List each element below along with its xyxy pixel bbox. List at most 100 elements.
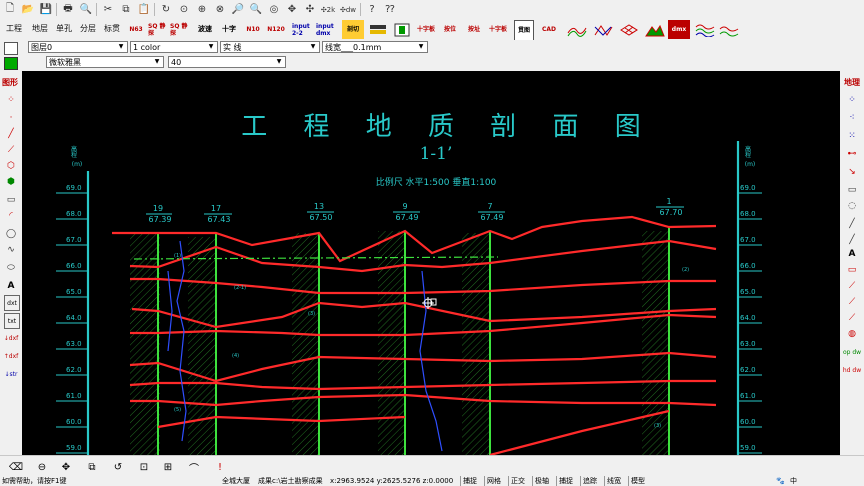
import-dxf-icon[interactable]: ↓dxf — [1, 331, 21, 345]
address-icon[interactable]: 按址 — [464, 20, 484, 39]
eraser-icon[interactable]: ⌫ — [8, 460, 24, 474]
menu-stratum[interactable]: 地层 — [32, 22, 48, 36]
print-icon[interactable]: 🖶 — [60, 2, 76, 17]
open-dw-icon[interactable]: op dw — [842, 345, 862, 359]
offset-icon[interactable]: ⊞ — [160, 460, 176, 474]
scale-icon[interactable]: ⊡ — [136, 460, 152, 474]
zoom-window-icon[interactable]: ⊙ — [176, 2, 192, 17]
spiral-icon[interactable]: ◌ — [842, 199, 862, 213]
zoom-prev-icon[interactable]: ◎ — [266, 2, 282, 17]
dxt-icon[interactable]: dxt — [4, 295, 20, 311]
ortho-button[interactable]: 正交 — [508, 476, 527, 486]
scatter-icon[interactable]: ⁖ — [842, 111, 862, 125]
position-icon[interactable]: 按位 — [440, 20, 460, 39]
polygon-icon[interactable]: ⬡ — [1, 159, 21, 173]
wave-icon[interactable] — [694, 20, 716, 39]
ime-indicator[interactable]: 中 — [790, 476, 797, 486]
copy2-icon[interactable]: ⧉ — [84, 460, 100, 474]
grid-button[interactable]: 网格 — [484, 476, 503, 486]
open-file-icon[interactable]: 📂 — [20, 2, 36, 17]
export-dxf-icon[interactable]: ↑dxf — [1, 349, 21, 363]
wave-speed-icon[interactable]: 波速 — [196, 20, 214, 39]
zoom-dw-icon[interactable]: ✣dw — [340, 2, 356, 17]
str-icon[interactable]: ↓str — [1, 367, 21, 381]
bend-icon[interactable]: ↘ — [842, 165, 862, 179]
cut-icon[interactable]: ✂ — [100, 2, 116, 17]
polyline-icon[interactable]: ⟋ — [1, 143, 21, 157]
cross-plate-icon[interactable]: 十字 — [220, 20, 238, 39]
save-icon[interactable]: 💾 — [38, 2, 54, 17]
cross-line-icon[interactable]: ⊷ — [842, 147, 862, 161]
line2-icon[interactable]: ╱ — [842, 217, 862, 231]
cluster-icon[interactable]: ⁙ — [842, 129, 862, 143]
zoom-extent-icon[interactable]: ⊗ — [212, 2, 228, 17]
menu-project[interactable]: 工程 — [6, 22, 22, 36]
context-help-icon[interactable]: ⁇ — [382, 2, 398, 17]
snap-button[interactable]: 捕捉 — [460, 476, 479, 486]
cross-plate2-icon[interactable]: 十字板 — [488, 20, 508, 39]
trim-icon[interactable]: ⌒ — [186, 460, 202, 475]
color-swatch[interactable] — [4, 57, 18, 70]
n63-icon[interactable]: N63 — [126, 20, 146, 39]
wave2-icon[interactable] — [718, 20, 740, 39]
txt-icon[interactable]: txt — [4, 313, 20, 329]
paste-icon[interactable]: 📋 — [136, 2, 152, 17]
layer-select[interactable]: 图层0 ▼ — [28, 41, 128, 53]
linetype-select[interactable]: 实 线 ▼ — [220, 41, 320, 53]
arc-icon[interactable]: ◜ — [1, 209, 21, 223]
legend-bar-icon[interactable] — [368, 20, 388, 39]
zoom-2k-icon[interactable]: ✣2k — [320, 2, 336, 17]
n120-icon[interactable]: N120 — [266, 20, 286, 39]
menu-single-hole[interactable]: 单孔 — [56, 22, 72, 36]
select-icon[interactable]: ⊖ — [34, 460, 50, 474]
lineweight-button[interactable]: 线宽 — [604, 476, 623, 486]
contour-icon[interactable] — [566, 20, 588, 39]
menu-layering[interactable]: 分层 — [80, 22, 96, 36]
track-button[interactable]: 追踪 — [580, 476, 599, 486]
terrain-icon[interactable] — [644, 20, 666, 39]
paw-icon[interactable]: 🐾 — [776, 476, 785, 486]
rect3-icon[interactable]: ▭ — [842, 263, 862, 277]
diag3-icon[interactable]: ⟋ — [842, 311, 862, 325]
rect-icon[interactable]: ▭ — [1, 193, 21, 207]
font-select[interactable]: 微软雅黑 ▼ — [46, 56, 164, 68]
text2-icon[interactable]: A — [842, 247, 862, 261]
point-icon[interactable]: ⁘ — [1, 93, 21, 107]
zoom-in-icon[interactable]: 🔎 — [230, 2, 246, 17]
point-cloud-icon[interactable]: ⁘ — [842, 93, 862, 107]
linewidth-select[interactable]: 线宽___0.1mm ▼ — [322, 41, 428, 53]
zoom-all-icon[interactable]: ⊕ — [194, 2, 210, 17]
model-button[interactable]: 模型 — [628, 476, 647, 486]
ellipse-icon[interactable]: ⬭ — [1, 261, 21, 275]
blob-icon[interactable]: ◍ — [842, 327, 862, 341]
zoom-out-icon[interactable]: 🔍 — [248, 2, 264, 17]
mesh-icon[interactable] — [618, 20, 640, 39]
column-icon[interactable] — [392, 20, 412, 39]
help-icon[interactable]: ? — [364, 2, 380, 17]
profile-icon[interactable]: 剖切 — [342, 20, 364, 39]
new-file-icon[interactable]: 🗋 — [2, 2, 18, 17]
drawing-canvas[interactable]: 工 程 地 质 剖 面 图 1-1’ 比例尺 水平1:500 垂直1:100 高… — [22, 71, 840, 455]
spline-icon[interactable]: ∿ — [1, 243, 21, 257]
layer-manager-icon[interactable] — [4, 42, 18, 55]
diag-icon[interactable]: ⟋ — [842, 279, 862, 293]
refresh-icon[interactable]: ↻ — [158, 2, 174, 17]
print-preview-icon[interactable]: 🔍 — [78, 2, 94, 17]
pan-icon[interactable]: ✥ — [284, 2, 300, 17]
break-icon[interactable]: ! — [212, 460, 228, 474]
dot-icon[interactable]: · — [1, 111, 21, 125]
input-2-2-icon[interactable]: input 2-2 — [292, 20, 314, 39]
menu-spt[interactable]: 标贯 — [104, 22, 120, 36]
osnap-button[interactable]: 捕捉 — [556, 476, 575, 486]
dmx-icon[interactable]: dmx — [668, 20, 690, 39]
n10-icon[interactable]: N10 — [244, 20, 262, 39]
rotate-icon[interactable]: ↺ — [110, 460, 126, 474]
color-select[interactable]: 1 color ▼ — [130, 41, 218, 53]
plot-icon[interactable]: 贯图 — [514, 20, 534, 41]
font-size-select[interactable]: 40 ▼ — [168, 56, 286, 68]
polar-button[interactable]: 极轴 — [532, 476, 551, 486]
grid-icon[interactable] — [592, 20, 614, 39]
pan2-icon[interactable]: ✣ — [302, 2, 318, 17]
cpt-icon[interactable]: SQ 静探 — [148, 20, 166, 39]
rect2-icon[interactable]: ▭ — [842, 183, 862, 197]
